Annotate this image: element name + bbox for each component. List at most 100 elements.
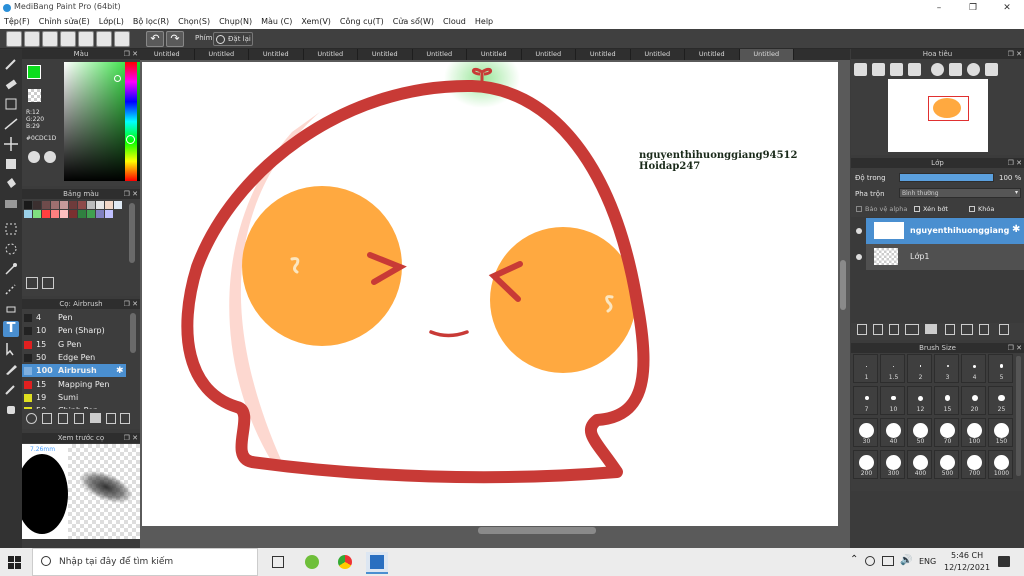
brush-size-preset[interactable]: 3: [934, 354, 959, 383]
eyedropper-icon[interactable]: [3, 381, 19, 397]
rotate-left-icon[interactable]: [931, 63, 944, 76]
palette-swatch[interactable]: [51, 201, 59, 209]
brush-size-preset[interactable]: 7: [853, 386, 878, 415]
menu-snap[interactable]: Chụp(N): [215, 16, 257, 29]
close-button[interactable]: ✕: [990, 0, 1024, 16]
app-icon-green[interactable]: [305, 555, 319, 569]
delete-brush-icon[interactable]: [106, 413, 116, 424]
delete-layer-icon[interactable]: [999, 324, 1009, 335]
select-pen-icon[interactable]: [3, 281, 19, 297]
volume-icon[interactable]: 🔊: [900, 555, 912, 566]
brush-size-preset[interactable]: 100: [961, 418, 986, 447]
color-wheel-icon[interactable]: [28, 151, 40, 163]
palette-scrollbar[interactable]: [129, 203, 135, 263]
opacity-slider[interactable]: [899, 173, 994, 182]
brush-size-preset[interactable]: 40: [880, 418, 905, 447]
brush-size-preset[interactable]: 50: [907, 418, 932, 447]
rotate-right-icon[interactable]: [967, 63, 980, 76]
canvas-tab[interactable]: Untitled: [467, 49, 522, 60]
palette-swatch[interactable]: [105, 201, 113, 209]
operation-tool-icon[interactable]: [3, 341, 19, 357]
menu-help[interactable]: Help: [471, 16, 498, 29]
transparent-swatch[interactable]: [28, 89, 41, 102]
brush-size-preset[interactable]: 12: [907, 386, 932, 415]
panel-icon[interactable]: [60, 31, 76, 47]
chrome-icon[interactable]: [338, 555, 352, 569]
new-halftone-layer-icon[interactable]: [873, 324, 883, 335]
menu-window[interactable]: Cửa sổ(W): [389, 16, 439, 29]
color-picker-icon[interactable]: [44, 151, 56, 163]
sv-picker-handle[interactable]: [114, 75, 121, 82]
fit-icon[interactable]: [890, 63, 903, 76]
brush-size-preset[interactable]: 1: [853, 354, 878, 383]
zoom-out-icon[interactable]: [872, 63, 885, 76]
palette-swatch[interactable]: [33, 201, 41, 209]
merge-layer-icon[interactable]: [961, 324, 973, 335]
new-palette-icon[interactable]: [26, 277, 38, 289]
new-brush-icon[interactable]: [42, 413, 52, 424]
pen-tool-icon[interactable]: [3, 361, 19, 377]
text-tool-icon[interactable]: T: [3, 321, 19, 337]
brush-size-preset[interactable]: 700: [961, 450, 986, 479]
canvas-tab[interactable]: Untitled: [576, 49, 631, 60]
canvas-tab[interactable]: Untitled: [195, 49, 249, 60]
brush-size-preset[interactable]: 200: [853, 450, 878, 479]
hue-slider-handle[interactable]: [126, 135, 135, 144]
layer-row[interactable]: Lớp1: [866, 244, 1024, 270]
palette-swatch[interactable]: [87, 210, 95, 218]
brush-settings-icon[interactable]: ✱: [116, 366, 124, 376]
brush-size-preset[interactable]: 10: [880, 386, 905, 415]
brush-size-preset[interactable]: 400: [907, 450, 932, 479]
reset-button[interactable]: Đặt lại: [213, 32, 253, 46]
canvas-tab[interactable]: Untitled: [304, 49, 358, 60]
clipping-checkbox[interactable]: [914, 206, 920, 212]
canvas-tab[interactable]: Untitled: [249, 49, 304, 60]
layer-visibility-icon[interactable]: [856, 228, 862, 234]
duplicate-layer-icon[interactable]: [945, 324, 955, 335]
brush-item[interactable]: 100 Airbrush: [22, 364, 126, 378]
brush-item[interactable]: 50 Edge Pen: [22, 351, 126, 364]
layer-visibility-icon[interactable]: [856, 254, 862, 260]
undo-button[interactable]: ↶: [146, 31, 164, 47]
language-indicator[interactable]: ENG: [919, 557, 936, 566]
panel-close-icon[interactable]: ❐ ✕: [1008, 343, 1022, 353]
brush-image-icon[interactable]: [74, 413, 84, 424]
network-icon[interactable]: [882, 556, 894, 566]
brush-item[interactable]: 50Chinh Pen: [22, 404, 126, 409]
panel-close-icon[interactable]: ❐ ✕: [124, 433, 138, 443]
redo-button[interactable]: ↷: [166, 31, 184, 47]
canvas-tab[interactable]: Untitled: [631, 49, 685, 60]
brush-size-preset[interactable]: 500: [934, 450, 959, 479]
layer-folder-icon[interactable]: [925, 324, 937, 334]
menu-layer[interactable]: Lớp(L): [95, 16, 129, 29]
brush-item[interactable]: 4 Pen: [22, 311, 126, 324]
canvas-tab[interactable]: Untitled: [413, 49, 467, 60]
brush-size-preset[interactable]: 1000: [988, 450, 1013, 479]
palette-swatch[interactable]: [69, 210, 77, 218]
brush-size-preset[interactable]: 30: [853, 418, 878, 447]
panel-close-icon[interactable]: ❐ ✕: [1008, 49, 1022, 59]
brush-size-preset[interactable]: 5: [988, 354, 1013, 383]
tray-app-icon[interactable]: [865, 556, 875, 566]
brush-size-preset[interactable]: 300: [880, 450, 905, 479]
canvas-tab[interactable]: Untitled: [358, 49, 413, 60]
palette-swatch[interactable]: [69, 201, 77, 209]
tray-chevron-icon[interactable]: ⌃: [850, 554, 858, 565]
magic-wand-icon[interactable]: [3, 261, 19, 277]
add-brush-icon[interactable]: [26, 413, 37, 424]
palette-swatch[interactable]: [60, 210, 68, 218]
panel-close-icon[interactable]: ❐ ✕: [124, 49, 138, 59]
palette-swatch[interactable]: [60, 201, 68, 209]
brush-size-preset[interactable]: 20: [961, 386, 986, 415]
grid-icon[interactable]: [78, 31, 94, 47]
canvas-tab[interactable]: Untitled: [140, 49, 195, 60]
panel-close-icon[interactable]: ❐ ✕: [124, 189, 138, 199]
menu-filter[interactable]: Bộ lọc(R): [129, 16, 174, 29]
brush-size-preset[interactable]: 4: [961, 354, 986, 383]
start-button[interactable]: [8, 556, 21, 569]
rotate-reset-icon[interactable]: [949, 63, 962, 76]
brush-item[interactable]: 15 Mapping Pen: [22, 378, 126, 391]
brush-size-scrollbar[interactable]: [1016, 356, 1021, 476]
canvas[interactable]: nguyenthihuonggiang94512 Hoidap247: [142, 62, 838, 526]
taskbar-search[interactable]: Nhập tại đây để tìm kiếm: [32, 548, 258, 576]
